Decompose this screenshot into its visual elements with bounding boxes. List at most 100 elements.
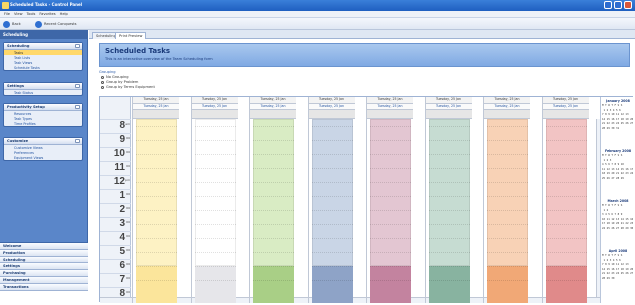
menu-item-help[interactable]: Help xyxy=(60,12,68,16)
hour-gridline xyxy=(545,126,587,127)
menu-item-file[interactable]: File xyxy=(4,12,10,16)
sidebar-panel-header[interactable]: Customize xyxy=(4,138,82,145)
hour-gridline xyxy=(428,238,470,239)
sidebar-item[interactable]: Time Profiles xyxy=(4,121,82,126)
calendar-month[interactable]: March 2008 M T W T F S S 1 2 3 4 5 6 7 8 … xyxy=(602,199,634,239)
after-hours-area[interactable] xyxy=(136,266,177,303)
sidebar-panel-header[interactable]: Scheduling xyxy=(4,43,82,50)
after-hours-area[interactable] xyxy=(370,266,411,303)
hour-number: 6 xyxy=(119,260,125,271)
after-hours-area[interactable] xyxy=(311,266,353,303)
all-day-area[interactable] xyxy=(133,110,179,119)
hour-gridline xyxy=(487,140,528,141)
recent-button[interactable]: Recent Conquests xyxy=(35,20,76,28)
sidebar-panel-header[interactable]: Productivity Setup xyxy=(4,104,82,111)
menu-bar: File View Tools Favorites Help xyxy=(0,11,635,18)
maximize-button[interactable] xyxy=(614,1,622,9)
nav-button-purchasing[interactable]: Purchasing xyxy=(0,270,88,277)
after-hours-area[interactable] xyxy=(428,266,470,303)
resource-header[interactable]: Tuesday, 25 Jan xyxy=(542,97,589,104)
hour-minutes: 00 xyxy=(126,206,130,210)
menu-item-favorites[interactable]: Favorites xyxy=(39,12,55,16)
hour-gridline xyxy=(311,252,353,253)
chevron-up-icon[interactable] xyxy=(75,44,80,48)
hour-minutes: 00 xyxy=(126,234,130,238)
nav-button-transactions[interactable]: Transactions xyxy=(0,283,88,291)
chevron-up-icon[interactable] xyxy=(75,105,80,109)
resource-header[interactable]: Tuesday, 25 Jan xyxy=(367,97,413,104)
hour-gridline xyxy=(370,168,411,169)
resource-header[interactable]: Tuesday, 25 Jan xyxy=(133,97,179,104)
sidebar-panel-header[interactable]: Settings xyxy=(4,83,82,90)
hour-gridline xyxy=(545,196,587,197)
resource-column: Tuesday, 25 Jan Tuesday, 25 Jan xyxy=(366,97,413,303)
hour-gridline xyxy=(311,182,353,183)
resource-header[interactable]: Tuesday, 25 Jan xyxy=(250,97,296,104)
working-hours-area[interactable] xyxy=(545,119,587,266)
hour-gridline xyxy=(370,266,411,267)
tab-print-preview[interactable]: Print Preview xyxy=(115,32,147,39)
sidebar-item[interactable]: Schedule Tasks xyxy=(4,65,82,70)
resource-header[interactable]: Tuesday, 25 Jan xyxy=(484,97,530,104)
after-hours-area[interactable] xyxy=(487,266,528,303)
chevron-up-icon[interactable] xyxy=(75,139,80,143)
hour-gridline xyxy=(545,266,587,267)
menu-item-view[interactable]: View xyxy=(14,12,23,16)
resource-header[interactable]: Tuesday, 25 Jan xyxy=(191,97,238,104)
nav-button-welcome[interactable]: Welcome xyxy=(0,243,88,250)
working-hours-area[interactable] xyxy=(370,119,411,266)
hour-minutes: 00 xyxy=(126,192,130,196)
hour-gridline xyxy=(487,280,528,281)
all-day-area[interactable] xyxy=(542,110,589,119)
calendar-month[interactable]: January 2008 M T W T F S S 1 2 3 4 5 6 7 … xyxy=(602,99,634,139)
working-hours-area[interactable] xyxy=(136,119,177,266)
hour-gridline xyxy=(428,196,470,197)
sidebar-panel: Scheduling Tasks Task Lists Task Views Sched… xyxy=(3,42,83,71)
minimize-button[interactable] xyxy=(604,1,612,9)
working-hours-area[interactable] xyxy=(194,119,236,266)
calendar-month[interactable]: April 2008 M T W T F S S 1 2 3 4 5 6 7 8 … xyxy=(602,249,634,289)
all-day-area[interactable] xyxy=(308,110,355,119)
resource-column: Tuesday, 25 Jan Tuesday, 25 Jan xyxy=(249,97,296,303)
hour-gridline xyxy=(370,154,411,155)
nav-button-settings[interactable]: Settings xyxy=(0,263,88,271)
chevron-up-icon[interactable] xyxy=(75,84,80,88)
all-day-area[interactable] xyxy=(484,110,530,119)
after-hours-area[interactable] xyxy=(194,266,236,303)
grouping-option-equipment[interactable]: Group by Terms Equipment xyxy=(101,85,155,90)
nav-button-management[interactable]: Management xyxy=(0,276,88,284)
nav-button-scheduling[interactable]: Scheduling xyxy=(0,256,88,264)
hour-number: 1 xyxy=(119,190,125,201)
after-hours-area[interactable] xyxy=(545,266,587,303)
close-button[interactable] xyxy=(624,1,632,9)
calendar-days: M T W T F S S 1 2 3 4 5 6 7 8 9 10 11 12… xyxy=(602,104,634,130)
all-day-area[interactable] xyxy=(191,110,238,119)
nav-button-production[interactable]: Production xyxy=(0,249,88,257)
sidebar-header: Scheduling xyxy=(0,30,87,39)
all-day-area[interactable] xyxy=(367,110,413,119)
working-hours-area[interactable] xyxy=(487,119,528,266)
sidebar-item[interactable]: Equipment Views xyxy=(4,155,82,160)
calendar-month[interactable]: February 2008 M T W T F S S 1 2 3 4 5 6 7… xyxy=(602,149,634,189)
sidebar-item[interactable]: Task Status xyxy=(4,90,82,95)
working-hours-area[interactable] xyxy=(253,119,294,266)
all-day-area[interactable] xyxy=(250,110,296,119)
working-hours-area[interactable] xyxy=(311,119,353,266)
hour-gridline xyxy=(487,210,528,211)
resource-column: Tuesday, 25 Jan Tuesday, 25 Jan xyxy=(132,97,179,303)
grouping-label: Grouping xyxy=(99,70,116,74)
hour-gridline xyxy=(428,168,470,169)
all-day-area[interactable] xyxy=(425,110,472,119)
back-button[interactable]: Back xyxy=(3,20,21,28)
menu-item-tools[interactable]: Tools xyxy=(27,12,36,16)
working-hours-area[interactable] xyxy=(428,119,470,266)
hour-gridline xyxy=(136,266,177,267)
resource-column: Tuesday, 25 Jan Tuesday, 25 Jan xyxy=(424,97,472,303)
hour-gridline xyxy=(253,182,294,183)
hour-number: 10 xyxy=(113,148,125,159)
after-hours-area[interactable] xyxy=(253,266,294,303)
hour-gridline xyxy=(253,266,294,267)
resource-header[interactable]: Tuesday, 25 Jan xyxy=(425,97,472,104)
hour-gridline xyxy=(194,210,236,211)
resource-header[interactable]: Tuesday, 25 Jan xyxy=(308,97,355,104)
